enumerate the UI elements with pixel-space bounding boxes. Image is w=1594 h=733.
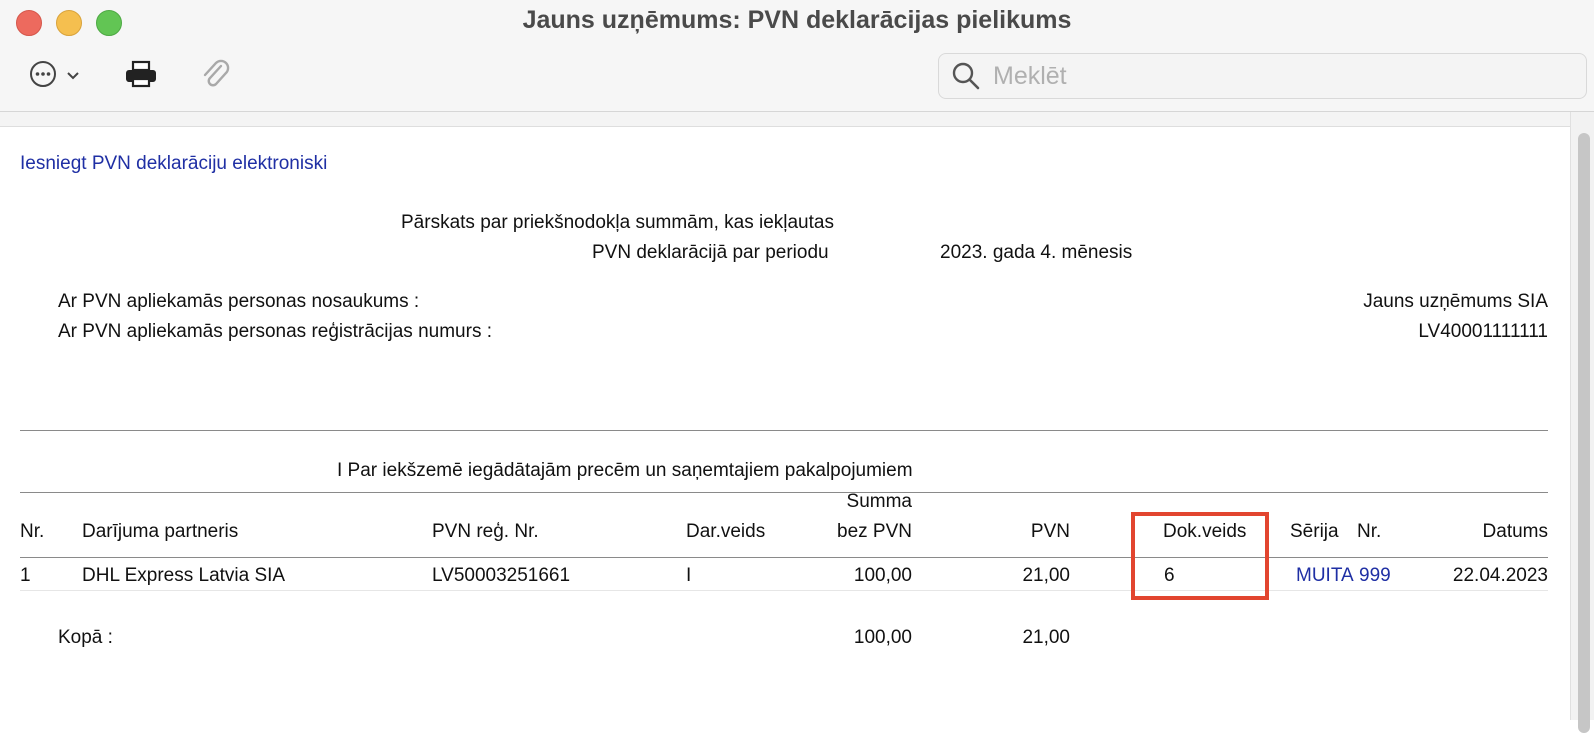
header-bottom-rule (20, 557, 1548, 558)
attach-button[interactable] (200, 58, 230, 94)
scrollbar-thumb[interactable] (1578, 133, 1590, 733)
more-actions-button[interactable] (28, 58, 80, 94)
cell-pvn: 21,00 (1022, 565, 1070, 586)
report-heading-line2: PVN deklarācijā par periodu (592, 242, 829, 263)
report-heading-line1: Pārskats par priekšnodokļa summām, kas i… (401, 212, 834, 233)
col-header-doc-nr: Nr. (1357, 521, 1382, 542)
print-button[interactable] (124, 58, 158, 94)
col-header-pvn: PVN (1030, 521, 1070, 542)
total-pvn: 21,00 (1022, 627, 1070, 648)
col-header-datums: Datums (1482, 521, 1548, 542)
cell-datums: 22.04.2023 (1452, 565, 1548, 586)
printer-icon (124, 59, 158, 94)
cell-summa: 100,00 (853, 565, 912, 586)
dok-veids-highlight-box (1131, 512, 1269, 600)
section-divider (20, 430, 1548, 431)
col-header-nr: Nr. (20, 521, 45, 542)
cell-dar-veids: I (686, 565, 692, 586)
cell-reg-nr: LV50003251661 (432, 565, 571, 586)
col-header-summa-line2: bez PVN (837, 521, 912, 542)
taxpayer-name-label: Ar PVN apliekamās personas nosaukums : (58, 291, 420, 312)
search-field[interactable] (938, 53, 1587, 99)
total-label: Kopā : (58, 627, 113, 648)
report-period: 2023. gada 4. mēnesis (940, 242, 1133, 263)
col-header-reg-nr: PVN reģ. Nr. (432, 521, 539, 542)
submit-vat-electronically-link[interactable]: Iesniegt PVN deklarāciju elektroniski (20, 153, 327, 175)
cell-doc-nr-link[interactable]: 999 (1359, 565, 1391, 587)
total-summa: 100,00 (853, 627, 912, 648)
col-header-dar-veids: Dar.veids (686, 521, 766, 542)
chevron-down-icon (66, 71, 80, 81)
taxpayer-name-value: Jauns uzņēmums SIA (1363, 291, 1548, 312)
content-top-bar (0, 112, 1594, 127)
cell-partner: DHL Express Latvia SIA (82, 565, 286, 586)
col-header-serija: Sērija (1290, 521, 1339, 542)
search-input[interactable] (991, 60, 1575, 92)
search-icon (951, 61, 981, 91)
section-title: I Par iekšzemē iegādātajām precēm un saņ… (337, 460, 913, 481)
col-header-summa-line1: Summa (846, 491, 912, 512)
col-header-partner: Darījuma partneris (82, 521, 239, 542)
window-title: Jauns uzņēmums: PVN deklarācijas pieliku… (522, 6, 1072, 34)
window-titlebar: Jauns uzņēmums: PVN deklarācijas pieliku… (0, 0, 1594, 112)
cell-nr: 1 (20, 565, 31, 586)
row-bottom-rule (20, 590, 1548, 591)
taxpayer-reg-value: LV40001111111 (1418, 321, 1548, 342)
taxpayer-reg-label: Ar PVN apliekamās personas reģistrācijas… (58, 321, 493, 342)
cell-serija-link[interactable]: MUITA (1296, 565, 1354, 587)
paperclip-icon (200, 57, 230, 96)
ellipsis-circle-icon (28, 59, 58, 94)
